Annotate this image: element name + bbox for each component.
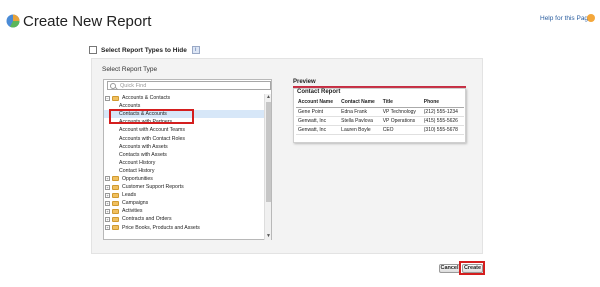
expand-icon[interactable]: +: [105, 225, 110, 231]
tree-item-label: Price Books, Products and Assets: [122, 224, 200, 231]
expand-icon[interactable]: +: [105, 200, 110, 206]
tree-folder[interactable]: + Leads: [104, 191, 264, 199]
folder-icon: [112, 184, 119, 190]
tree-folder[interactable]: + Contracts and Orders: [104, 215, 264, 223]
info-icon[interactable]: i: [191, 46, 200, 54]
table-cell: Stella Pavlova: [339, 116, 381, 126]
table-cell: (212) 555-1234: [421, 107, 464, 117]
table-cell: Gene Point: [296, 107, 340, 117]
expand-icon[interactable]: +: [105, 216, 110, 222]
collapse-icon[interactable]: −: [105, 95, 110, 101]
table-cell: VP Technology: [380, 107, 422, 117]
select-report-type-label: Select Report Type: [102, 66, 158, 73]
tree-item[interactable]: Contacts with Assets: [104, 151, 264, 159]
scroll-up-icon[interactable]: ▲: [265, 94, 272, 101]
tree-item-label: Accounts & Contacts: [122, 95, 171, 102]
folder-icon: [112, 192, 119, 198]
tree-item-label: Activities: [122, 208, 143, 215]
tree-item-label: Contacts with Assets: [119, 151, 167, 158]
tree-scrollbar[interactable]: ▲ ▼: [264, 94, 271, 240]
tree-folder[interactable]: + Activities: [104, 207, 264, 215]
column-header: Phone: [421, 98, 464, 108]
expand-icon[interactable]: +: [105, 208, 110, 214]
tree-folder[interactable]: + Customer Support Reports: [104, 183, 264, 191]
tree-item-label: Campaigns: [122, 200, 149, 207]
tree-item-label: Accounts with Contact Roles: [119, 135, 186, 142]
tree-item-label: Leads: [122, 192, 137, 199]
tree-item-label: Contact History: [119, 167, 155, 174]
tree-item[interactable]: Accounts with Contact Roles: [104, 134, 264, 142]
preview-label: Preview: [293, 79, 316, 85]
tree-item-label: Account with Account Teams: [119, 127, 185, 134]
selection-highlight-box: [109, 109, 194, 124]
tree-item-label: Contracts and Orders: [122, 216, 172, 223]
table-cell: Lauren Boyle: [339, 125, 381, 135]
tree-item-label: Account History: [119, 159, 156, 166]
folder-icon: [112, 200, 119, 206]
folder-icon: [112, 95, 119, 101]
page-title: Create New Report: [23, 13, 152, 30]
hide-report-types-row: Select Report Types to Hide i: [89, 45, 200, 55]
preview-report-name: Contact Report: [297, 89, 341, 95]
table-row: Genwatt, Inc Lauren Boyle CEO (310) 555-…: [296, 125, 464, 135]
search-icon: [110, 82, 116, 89]
folder-icon: [112, 176, 119, 182]
table-cell: Genwatt, Inc: [296, 116, 340, 126]
tree-item[interactable]: Contact History: [104, 167, 264, 175]
hide-report-types-label: Select Report Types to Hide: [101, 46, 187, 54]
salesforce-reports-logo-icon: [6, 14, 20, 28]
table-cell: Genwatt, Inc: [296, 125, 340, 135]
expand-icon[interactable]: +: [105, 176, 110, 182]
create-highlight-box: [459, 261, 485, 275]
preview-table: Account Name Contact Name Title Phone Ge…: [296, 98, 464, 135]
help-icon[interactable]: [587, 14, 595, 22]
table-cell: (415) 555-5626: [421, 116, 464, 126]
column-header: Account Name: [296, 98, 340, 108]
column-header: Title: [380, 98, 422, 108]
quick-find-placeholder: Quick Find: [120, 82, 147, 89]
scroll-down-icon[interactable]: ▼: [265, 233, 272, 240]
table-cell: (310) 555-5678: [421, 125, 464, 135]
scrollbar-thumb[interactable]: [266, 102, 271, 202]
table-row: Genwatt, Inc Stella Pavlova VP Operation…: [296, 116, 464, 126]
tree-item[interactable]: Accounts with Assets: [104, 143, 264, 151]
help-link[interactable]: Help for this Page: [540, 15, 592, 22]
column-header: Contact Name: [339, 98, 381, 108]
tree-folder[interactable]: + Campaigns: [104, 199, 264, 207]
folder-icon: [112, 225, 119, 231]
tree-item[interactable]: Account with Account Teams: [104, 126, 264, 134]
hide-report-types-checkbox[interactable]: [89, 46, 97, 54]
tree-item-label: Customer Support Reports: [122, 184, 184, 191]
expand-icon[interactable]: +: [105, 184, 110, 190]
table-cell: Edna Frank: [339, 107, 381, 117]
quick-find-input[interactable]: Quick Find: [107, 81, 271, 90]
table-cell: VP Operations: [380, 116, 422, 126]
table-row: Gene Point Edna Frank VP Technology (212…: [296, 107, 464, 117]
expand-icon[interactable]: +: [105, 192, 110, 198]
tree-item[interactable]: Account History: [104, 159, 264, 167]
tree-folder[interactable]: + Opportunities: [104, 175, 264, 183]
folder-icon: [112, 216, 119, 222]
cancel-button[interactable]: Cancel: [439, 264, 460, 273]
tree-folder[interactable]: + Price Books, Products and Assets: [104, 224, 264, 232]
table-cell: CEO: [380, 125, 422, 135]
preview-header-row: Account Name Contact Name Title Phone: [296, 98, 464, 108]
folder-icon: [112, 208, 119, 214]
tree-folder[interactable]: − Accounts & Contacts: [104, 94, 264, 102]
tree-item-label: Accounts with Assets: [119, 143, 168, 150]
tree-item-label: Opportunities: [122, 175, 153, 182]
